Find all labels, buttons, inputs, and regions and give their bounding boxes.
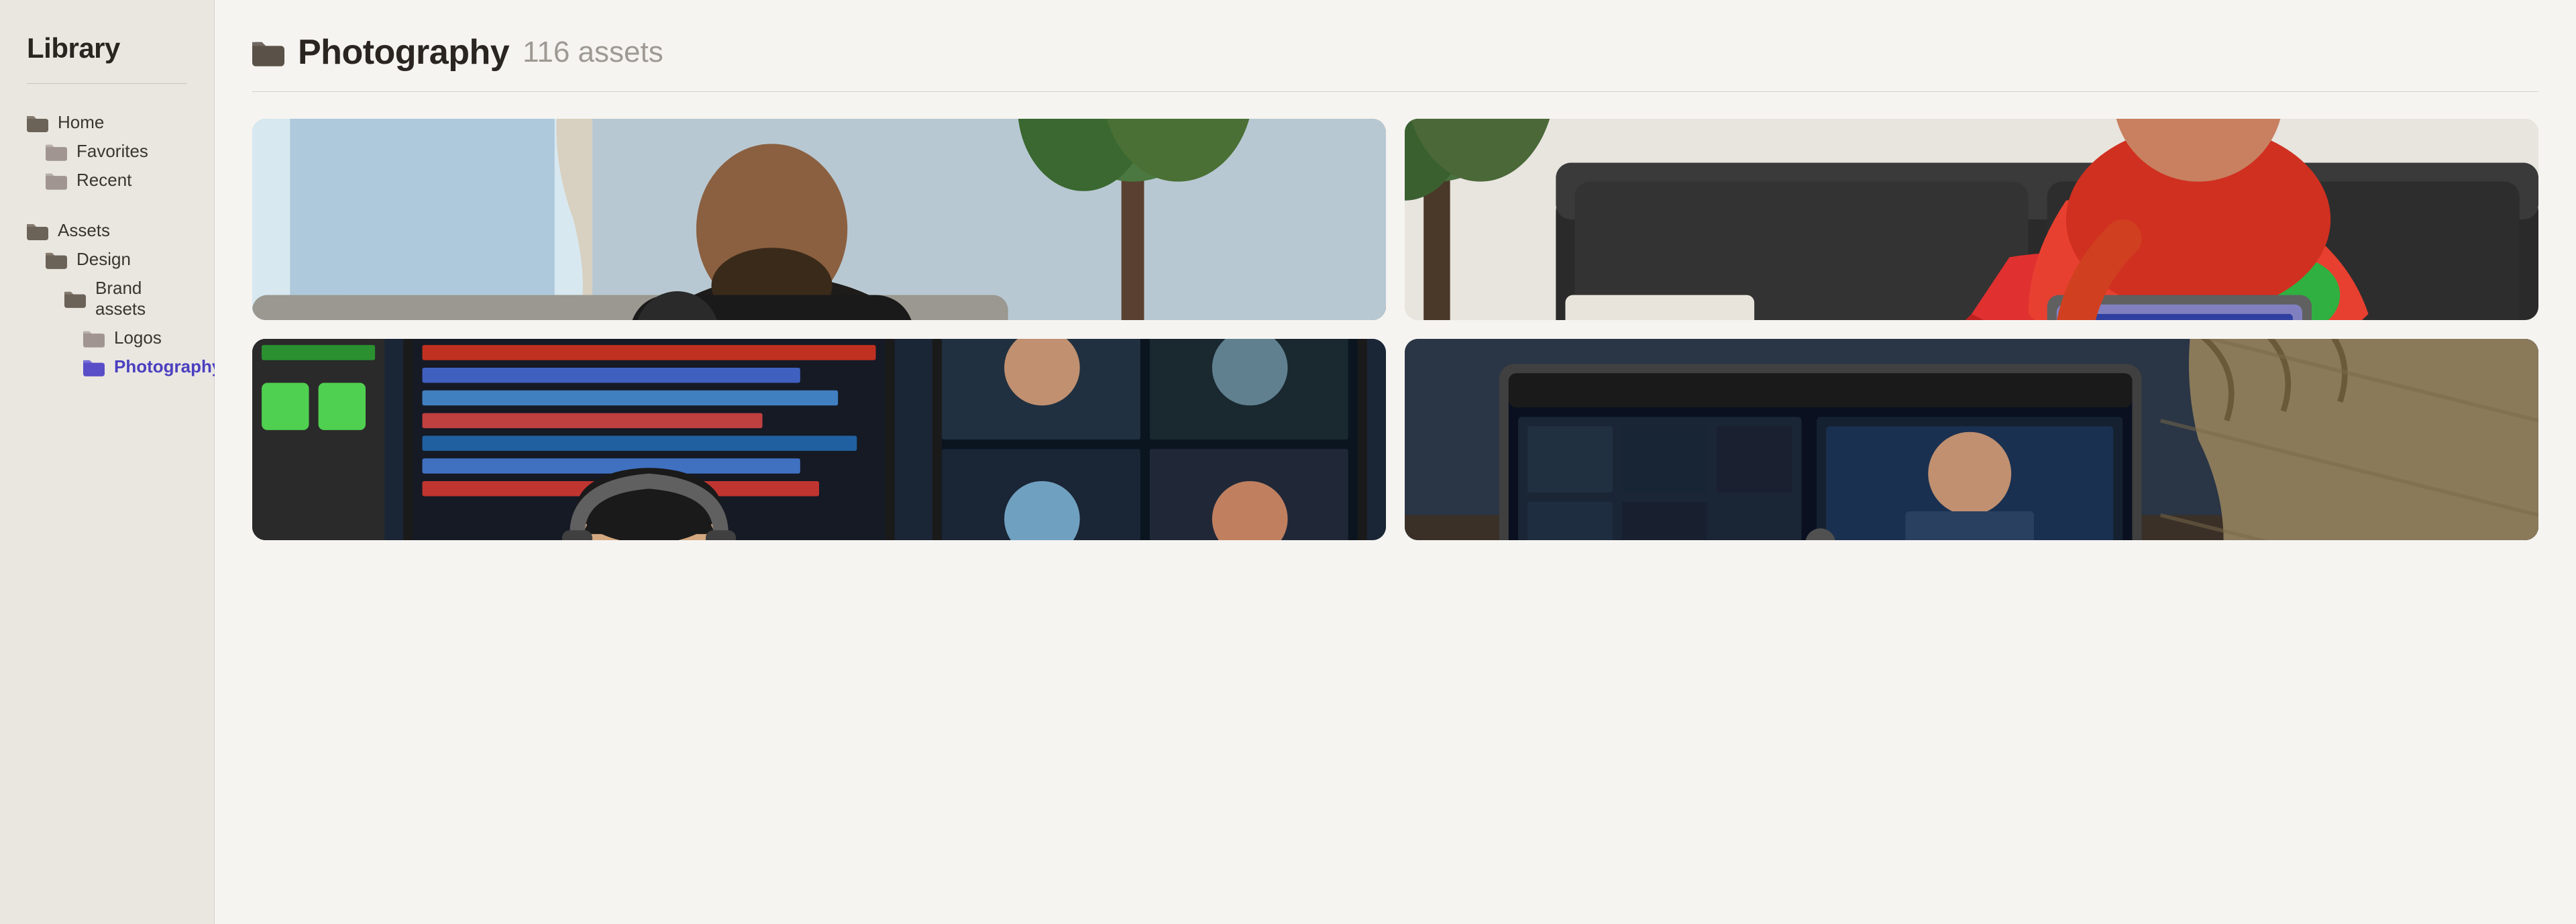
- photography-folder-icon: [83, 358, 105, 376]
- photo-grid: [252, 119, 2538, 540]
- asset-count: 116 assets: [523, 36, 663, 69]
- sidebar-item-assets[interactable]: Assets: [27, 216, 187, 245]
- page-title: Photography: [298, 32, 509, 72]
- page-header: Photography 116 assets: [252, 32, 2538, 72]
- photo-card-woman-couch[interactable]: [1405, 119, 2538, 320]
- photo-image-laptop-surface: [1405, 339, 2538, 540]
- photo-image-man-laptop: [252, 119, 1386, 320]
- assets-label: Assets: [58, 220, 110, 241]
- sidebar-item-favorites[interactable]: Favorites: [27, 137, 187, 166]
- logos-folder-icon: [83, 329, 105, 348]
- recent-folder-icon: [46, 171, 67, 190]
- sidebar-item-logos[interactable]: Logos: [27, 323, 187, 352]
- sidebar-divider: [27, 83, 187, 84]
- design-label: Design: [76, 249, 131, 270]
- home-folder-icon: [27, 113, 48, 132]
- sidebar-item-brand-assets[interactable]: Brand assets: [27, 274, 187, 323]
- favorites-label: Favorites: [76, 141, 148, 162]
- photo-card-woman-desk[interactable]: [252, 339, 1386, 540]
- photo-image-woman-couch: [1405, 119, 2538, 320]
- recent-label: Recent: [76, 170, 131, 191]
- main-divider: [252, 91, 2538, 92]
- photography-sidebar-label: Photography: [114, 356, 221, 377]
- photo-card-man-laptop[interactable]: [252, 119, 1386, 320]
- page-folder-icon: [252, 38, 284, 66]
- assets-folder-icon: [27, 221, 48, 240]
- sidebar-item-home[interactable]: Home: [27, 108, 187, 137]
- brand-assets-label: Brand assets: [95, 278, 187, 319]
- favorites-folder-icon: [46, 142, 67, 161]
- photo-image-woman-desk: [252, 339, 1386, 540]
- brand-assets-folder-icon: [64, 289, 86, 308]
- main-content: Photography 116 assets: [215, 0, 2576, 924]
- sidebar: Library Home Favorites: [0, 0, 215, 924]
- nav-home-section: Home Favorites Recent: [27, 108, 187, 195]
- home-label: Home: [58, 112, 104, 133]
- sidebar-title: Library: [27, 32, 187, 64]
- design-folder-icon: [46, 250, 67, 269]
- logos-label: Logos: [114, 327, 162, 348]
- sidebar-item-photography[interactable]: Photography: [27, 352, 187, 381]
- nav-assets-section: Assets Design Brand assets: [27, 216, 187, 381]
- sidebar-item-design[interactable]: Design: [27, 245, 187, 274]
- photo-card-laptop-surface[interactable]: [1405, 339, 2538, 540]
- sidebar-item-recent[interactable]: Recent: [27, 166, 187, 195]
